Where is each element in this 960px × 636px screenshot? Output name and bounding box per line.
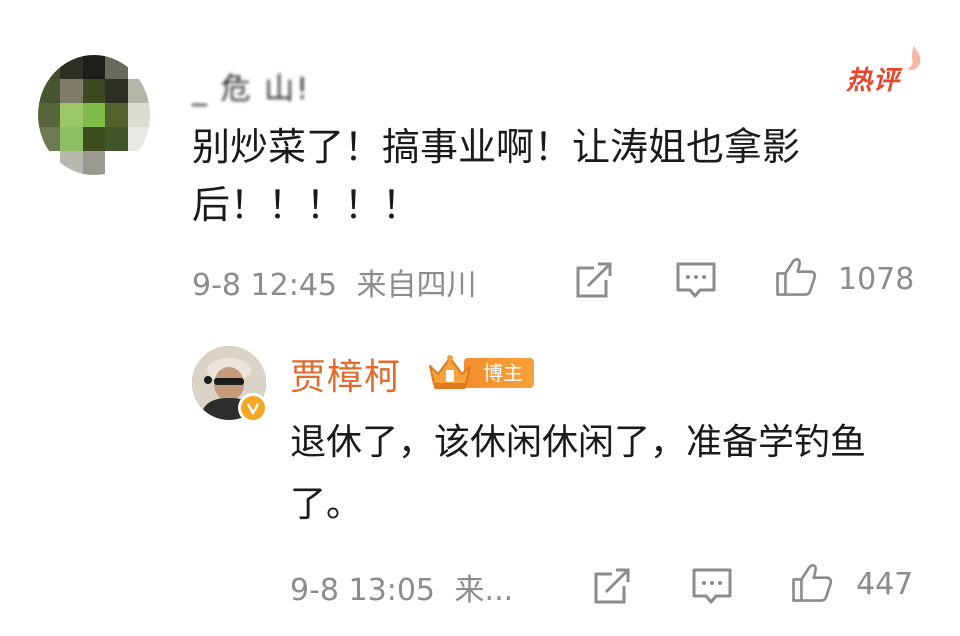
commenter-username[interactable]: _ 危 山! xyxy=(192,64,310,107)
comment-timestamp: 9-8 12:45 xyxy=(192,268,337,303)
blogger-badge: 博主 xyxy=(424,352,536,392)
reply-username[interactable]: 贾樟柯 xyxy=(290,348,401,400)
reply-like-count: 447 xyxy=(856,567,914,602)
like-icon[interactable] xyxy=(774,255,818,299)
comment-location: 来自四川 xyxy=(356,268,477,303)
commenter-avatar[interactable] xyxy=(38,55,150,175)
reply-timestamp: 9-8 13:05 xyxy=(290,573,435,608)
comment-icon[interactable] xyxy=(674,258,718,302)
comment-like-count: 1078 xyxy=(838,262,915,297)
comment-text: 别炒菜了！搞事业啊！让涛姐也拿影后！！！！！ xyxy=(192,125,801,227)
crown-icon xyxy=(429,355,471,389)
like-icon[interactable] xyxy=(790,561,834,605)
hot-comment-badge: 热评 xyxy=(842,44,928,96)
hot-comment-label: 热评 xyxy=(846,66,901,96)
comment-icon[interactable] xyxy=(690,564,734,608)
share-icon[interactable] xyxy=(590,564,634,608)
hot-flame-icon xyxy=(907,45,921,71)
reply-location: 来... xyxy=(454,573,514,608)
reply-meta: 9-8 13:05 来... xyxy=(290,565,513,609)
verified-icon xyxy=(238,393,268,423)
reply-text: 退休了，该休闲休闲了，准备学钓鱼了。 xyxy=(290,422,867,525)
share-icon[interactable] xyxy=(572,258,616,302)
comment-meta: 9-8 12:45 来自四川 xyxy=(192,260,477,304)
